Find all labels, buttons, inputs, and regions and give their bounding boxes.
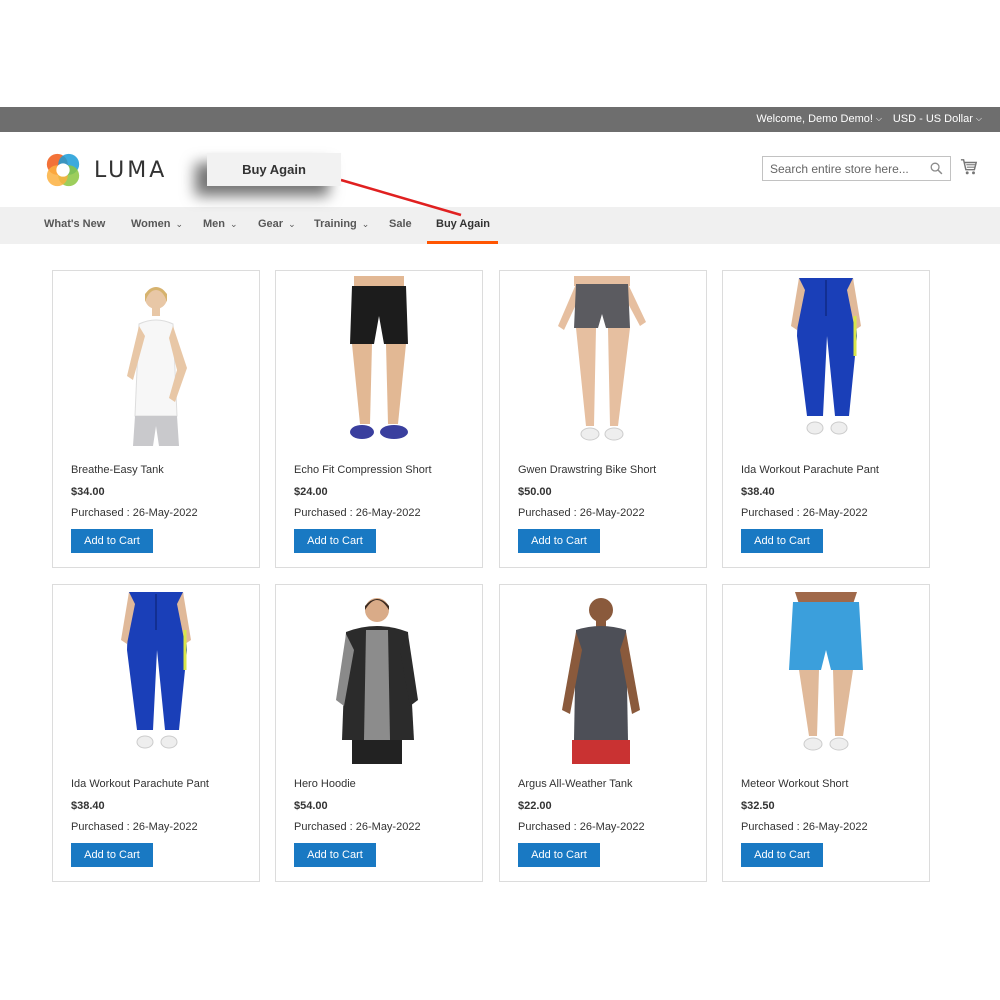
add-to-cart-button[interactable]: Add to Cart [71, 843, 153, 867]
product-card: Echo Fit Compression Short $24.00 Purcha… [275, 270, 483, 568]
nav-item-gear[interactable]: Gear ⌄ [258, 218, 296, 230]
product-price: $32.50 [741, 800, 775, 812]
product-image[interactable] [733, 276, 919, 456]
product-image[interactable] [286, 590, 472, 770]
purchase-date: Purchased : 26-May-2022 [518, 507, 645, 519]
product-card: Hero Hoodie $54.00 Purchased : 26-May-20… [275, 584, 483, 882]
nav-label: Gear [258, 218, 284, 230]
search-input[interactable] [763, 157, 923, 180]
add-to-cart-button[interactable]: Add to Cart [518, 529, 600, 553]
add-to-cart-button[interactable]: Add to Cart [71, 529, 153, 553]
nav-label: Sale [389, 218, 412, 230]
nav-label: Training [314, 218, 357, 230]
product-image[interactable] [510, 590, 696, 770]
product-price: $34.00 [71, 486, 105, 498]
purchase-date: Purchased : 26-May-2022 [741, 507, 868, 519]
product-card: Meteor Workout Short $32.50 Purchased : … [722, 584, 930, 882]
chevron-down-icon: ⌄ [230, 219, 238, 229]
luma-logo-icon [46, 153, 80, 187]
product-name[interactable]: Argus All-Weather Tank [518, 778, 633, 790]
nav-item-men[interactable]: Men ⌄ [203, 218, 238, 230]
chevron-down-icon: ⌄ [361, 219, 370, 229]
add-to-cart-button[interactable]: Add to Cart [294, 529, 376, 553]
product-image[interactable] [63, 276, 249, 456]
chevron-down-icon: ⌄ [288, 219, 296, 229]
welcome-text: Welcome, Demo Demo! [756, 113, 873, 125]
product-card: Ida Workout Parachute Pant $38.40 Purcha… [722, 270, 930, 568]
active-tab-indicator [427, 241, 498, 244]
product-image[interactable] [733, 590, 919, 770]
nav-item-sale[interactable]: Sale [389, 218, 412, 230]
product-price: $54.00 [294, 800, 328, 812]
currency-text: USD - US Dollar [892, 113, 973, 125]
add-to-cart-button[interactable]: Add to Cart [518, 843, 600, 867]
search-box [762, 156, 951, 181]
search-icon[interactable] [930, 162, 943, 175]
chevron-down-icon: ⌄ [175, 219, 184, 229]
purchase-date: Purchased : 26-May-2022 [294, 821, 421, 833]
purchase-date: Purchased : 26-May-2022 [71, 821, 198, 833]
product-price: $38.40 [71, 800, 105, 812]
purchase-date: Purchased : 26-May-2022 [741, 821, 868, 833]
product-name[interactable]: Meteor Workout Short [741, 778, 848, 790]
product-name[interactable]: Hero Hoodie [294, 778, 356, 790]
product-price: $22.00 [518, 800, 552, 812]
product-price: $38.40 [741, 486, 775, 498]
add-to-cart-button[interactable]: Add to Cart [741, 529, 823, 553]
purchase-date: Purchased : 26-May-2022 [294, 507, 421, 519]
currency-switcher[interactable]: USD - US Dollar ⌵ [893, 113, 982, 125]
product-image[interactable] [286, 276, 472, 456]
product-name[interactable]: Ida Workout Parachute Pant [71, 778, 209, 790]
product-price: $24.00 [294, 486, 328, 498]
product-card: Breathe-Easy Tank $34.00 Purchased : 26-… [52, 270, 260, 568]
product-card: Ida Workout Parachute Pant $38.40 Purcha… [52, 584, 260, 882]
buy-again-callout: Buy Again [207, 153, 341, 186]
product-card: Argus All-Weather Tank $22.00 Purchased … [499, 584, 707, 882]
store-logo[interactable]: LUMA [44, 150, 174, 190]
product-card: Gwen Drawstring Bike Short $50.00 Purcha… [499, 270, 707, 568]
nav-item-training[interactable]: Training ⌄ [314, 218, 369, 230]
product-price: $50.00 [518, 486, 552, 498]
logo-text: LUMA [94, 157, 168, 183]
product-image[interactable] [63, 590, 249, 770]
nav-label: What's New [44, 218, 106, 230]
product-name[interactable]: Ida Workout Parachute Pant [741, 464, 879, 476]
header: LUMA [0, 132, 1000, 207]
product-name[interactable]: Gwen Drawstring Bike Short [518, 464, 656, 476]
nav-item-buy-again[interactable]: Buy Again [436, 218, 490, 230]
cart-icon[interactable] [960, 158, 978, 176]
purchase-date: Purchased : 26-May-2022 [71, 507, 198, 519]
chevron-down-icon: ⌵ [975, 114, 982, 123]
welcome-menu[interactable]: Welcome, Demo Demo! ⌵ [756, 113, 882, 125]
add-to-cart-button[interactable]: Add to Cart [741, 843, 823, 867]
product-name[interactable]: Echo Fit Compression Short [294, 464, 432, 476]
purchase-date: Purchased : 26-May-2022 [518, 821, 645, 833]
nav-label: Buy Again [436, 218, 490, 230]
callout-label: Buy Again [242, 162, 306, 177]
main-navigation: What's New Women ⌄ Men ⌄ Gear ⌄ Training ⌄ S… [0, 207, 1000, 244]
product-image[interactable] [510, 276, 696, 456]
top-bar: Welcome, Demo Demo! ⌵ USD - US Dollar ⌵ [0, 107, 1000, 132]
nav-item-whats-new[interactable]: What's New [44, 218, 105, 230]
nav-label: Women [131, 218, 171, 230]
nav-item-women[interactable]: Women ⌄ [131, 218, 183, 230]
chevron-down-icon: ⌵ [875, 114, 882, 123]
product-name[interactable]: Breathe-Easy Tank [71, 464, 164, 476]
nav-label: Men [203, 218, 225, 230]
add-to-cart-button[interactable]: Add to Cart [294, 843, 376, 867]
